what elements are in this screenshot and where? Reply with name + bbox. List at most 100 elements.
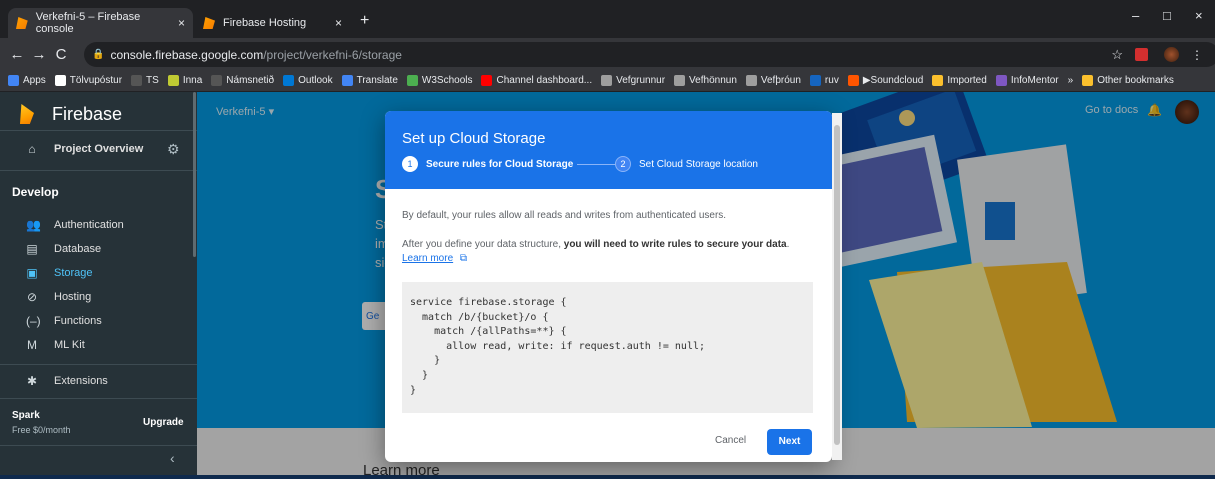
- next-button[interactable]: Next: [767, 429, 812, 455]
- bookmark-favicon-icon: [406, 75, 418, 86]
- learn-more-link[interactable]: Learn more: [402, 253, 453, 264]
- tab-firebase-console[interactable]: Verkefni-5 – Firebase console ×: [8, 8, 193, 38]
- sidebar-item-functions[interactable]: (–) Functions: [26, 314, 102, 328]
- sidebar-item-extensions[interactable]: ✱ Extensions: [26, 374, 108, 388]
- bookmark-label: TS: [146, 75, 159, 86]
- sidebar-item-label: Functions: [54, 315, 102, 327]
- step-2-number: 2: [615, 156, 631, 172]
- bookmark-favicon-icon: [995, 75, 1007, 86]
- bookmark-label: Channel dashboard...: [496, 75, 593, 86]
- bookmark-favicon-icon: [341, 75, 353, 86]
- project-overview-label: Project Overview: [54, 143, 144, 155]
- bookmark-item[interactable]: Vefhönnun: [674, 75, 737, 86]
- settings-gear-icon[interactable]: ⚙: [167, 141, 180, 158]
- bookmark-favicon-icon: [131, 75, 143, 86]
- firebase-sidebar: Firebase ⌂ Project Overview ⚙ Develop 👥 A…: [0, 92, 197, 475]
- develop-section-heading: Develop: [12, 185, 59, 199]
- bookmark-item[interactable]: Vefgrunnur: [601, 75, 665, 86]
- bookmark-item[interactable]: W3Schools: [406, 75, 472, 86]
- sidebar-item-hosting[interactable]: ⊘ Hosting: [26, 290, 91, 304]
- collapse-sidebar-icon[interactable]: ‹: [170, 450, 175, 466]
- bookmark-favicon-icon: [601, 75, 613, 86]
- bookmark-label: Námsnetið: [226, 75, 275, 86]
- sidebar-item-label: Storage: [54, 267, 93, 279]
- bookmark-favicon-icon: [932, 75, 944, 86]
- bookmark-favicon-icon: [745, 75, 757, 86]
- minimize-button[interactable]: –: [1132, 8, 1139, 23]
- cancel-button[interactable]: Cancel: [715, 435, 746, 446]
- back-icon[interactable]: ←: [6, 46, 28, 63]
- bookmark-item[interactable]: Channel dashboard...: [481, 75, 592, 86]
- url-path: /project/verkefni-6/storage: [263, 47, 402, 62]
- bookmark-item[interactable]: Outlook: [283, 75, 333, 86]
- url-domain: console.firebase.google.com: [110, 47, 264, 62]
- extensions-icon: ✱: [26, 374, 38, 388]
- bookmark-star-icon[interactable]: ☆: [1111, 47, 1123, 63]
- bookmark-favicon-icon: [809, 75, 821, 86]
- bookmark-favicon-icon: [8, 75, 19, 86]
- plan-name: Spark: [12, 410, 40, 421]
- sidebar-item-database[interactable]: ▤ Database: [26, 242, 101, 256]
- bookmark-item[interactable]: Vefþróun: [745, 75, 801, 86]
- upgrade-button[interactable]: Upgrade: [143, 417, 184, 428]
- dialog-scrollbar-thumb[interactable]: [834, 125, 840, 445]
- sidebar-item-authentication[interactable]: 👥 Authentication: [26, 218, 124, 232]
- rules-code-block: service firebase.storage { match /b/{buc…: [402, 282, 813, 413]
- project-overview-link[interactable]: ⌂ Project Overview: [26, 142, 143, 156]
- close-tab-icon[interactable]: ×: [178, 16, 185, 30]
- bookmark-label: Tölvupóstur: [69, 75, 123, 86]
- bookmark-item[interactable]: InfoMentor: [995, 75, 1059, 86]
- bookmark-item[interactable]: Translate: [341, 75, 398, 86]
- bookmark-item[interactable]: Other bookmarks: [1082, 75, 1174, 86]
- maximize-button[interactable]: □: [1163, 8, 1171, 23]
- bookmark-item[interactable]: »: [1068, 75, 1074, 86]
- database-icon: ▤: [26, 242, 38, 256]
- bookmark-item[interactable]: Apps: [8, 75, 46, 86]
- bookmark-item[interactable]: Námsnetið: [211, 75, 274, 86]
- bookmark-item[interactable]: Inna: [167, 75, 202, 86]
- bookmark-label: Imported: [947, 75, 987, 86]
- close-tab-icon[interactable]: ×: [335, 16, 342, 30]
- external-link-icon[interactable]: ⧉: [460, 253, 467, 264]
- sidebar-scrollbar[interactable]: [193, 92, 196, 257]
- mlkit-icon: M: [27, 338, 37, 352]
- bookmark-label: ruv: [824, 75, 839, 86]
- bookmark-label: Apps: [23, 75, 46, 86]
- bookmark-item[interactable]: Tölvupóstur: [54, 75, 123, 86]
- sidebar-item-label: ML Kit: [54, 339, 85, 351]
- image-icon: ▣: [26, 266, 38, 280]
- sidebar-item-label: Database: [54, 243, 102, 255]
- bookmark-label: Other bookmarks: [1097, 75, 1174, 86]
- new-tab-button[interactable]: +: [360, 12, 369, 30]
- bookmark-favicon-icon: [481, 75, 493, 86]
- close-window-button[interactable]: ×: [1195, 8, 1203, 23]
- bookmark-label: Vefhönnun: [689, 75, 737, 86]
- people-icon: 👥: [26, 218, 41, 232]
- bookmark-label: InfoMentor: [1010, 75, 1059, 86]
- firebase-favicon-icon: [203, 17, 215, 29]
- instruction-period: .: [786, 239, 790, 250]
- bookmark-label: Translate: [356, 75, 398, 86]
- bookmark-item[interactable]: TS: [131, 75, 159, 86]
- bookmark-label: Outlook: [298, 75, 333, 86]
- dialog-scrollbar[interactable]: [832, 113, 842, 460]
- bookmark-favicon-icon: [167, 75, 179, 86]
- extension-icon[interactable]: [1135, 48, 1148, 61]
- tab-firebase-hosting[interactable]: Firebase Hosting ×: [195, 8, 350, 38]
- instruction-bold: you will need to write rules to secure y…: [563, 239, 787, 250]
- bookmarks-bar: Apps Tölvupóstur TS Inna Námsnetið Outlook Tra…: [0, 70, 1215, 92]
- stepper-connector: [577, 164, 617, 165]
- forward-icon[interactable]: →: [28, 46, 50, 63]
- functions-icon: (–): [26, 314, 41, 328]
- sidebar-item-ml-kit[interactable]: M ML Kit: [26, 338, 85, 352]
- dialog-header: Set up Cloud Storage 1 Secure rules for …: [385, 111, 832, 189]
- address-bar[interactable]: 🔒 console.firebase.google.com /project/v…: [84, 42, 1215, 67]
- profile-avatar-icon[interactable]: [1164, 47, 1179, 62]
- bookmark-label: Vefgrunnur: [616, 75, 666, 86]
- reload-icon[interactable]: C: [50, 46, 72, 63]
- bookmark-item[interactable]: Imported: [932, 75, 987, 86]
- menu-icon[interactable]: ⋮: [1191, 48, 1203, 62]
- bookmark-item[interactable]: ▶Soundcloud: [847, 75, 923, 86]
- bookmark-item[interactable]: ruv: [809, 75, 839, 86]
- sidebar-item-storage[interactable]: ▣ Storage: [26, 266, 93, 280]
